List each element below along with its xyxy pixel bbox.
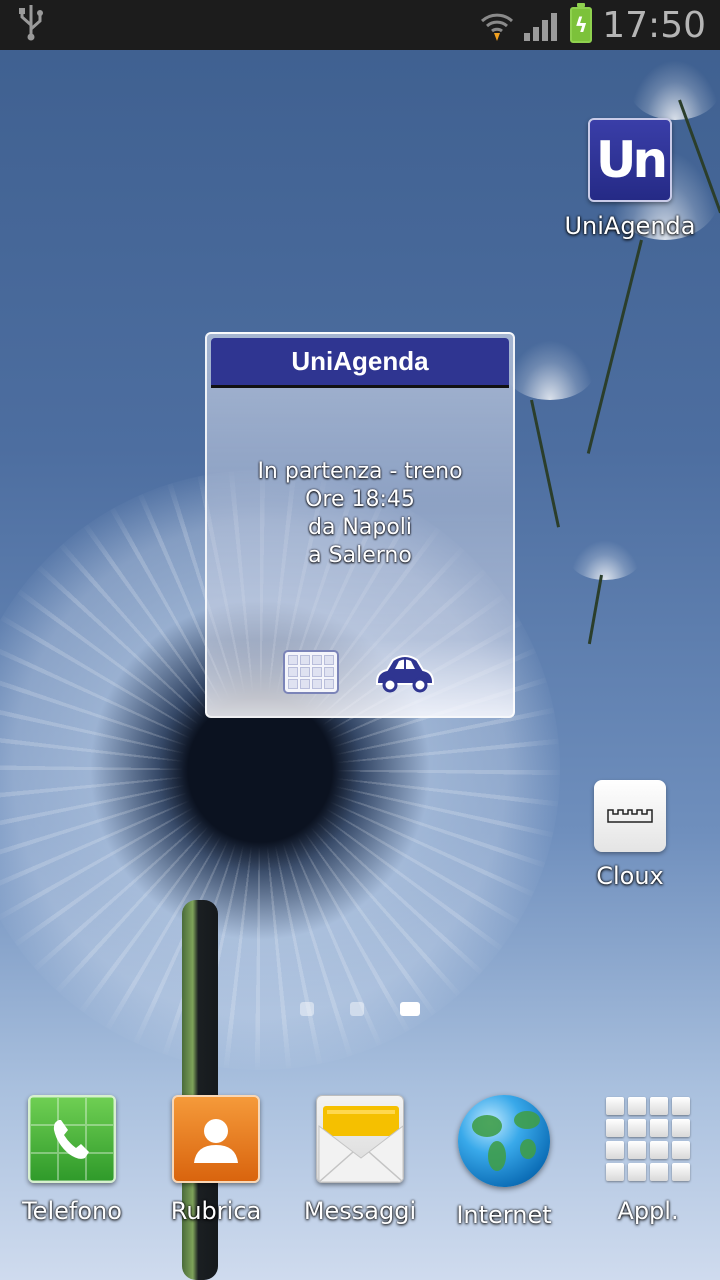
page-dot-3-active[interactable] <box>400 1002 420 1016</box>
uniagenda-widget[interactable]: UniAgenda In partenza - treno Ore 18:45 … <box>205 332 515 718</box>
page-indicator <box>0 1002 720 1016</box>
wallpaper-seed-stalk <box>587 574 603 645</box>
battery-charging-icon: ϟ <box>570 3 593 43</box>
dock-label-telefono: Telefono <box>22 1197 122 1225</box>
widget-header: UniAgenda <box>211 338 509 388</box>
wallpaper-seed-stalk <box>586 239 643 454</box>
wallpaper-seed <box>505 340 595 400</box>
widget-event-details: In partenza - treno Ore 18:45 da Napoli … <box>207 458 513 570</box>
widget-event-time: Ore 18:45 <box>305 487 415 512</box>
dock-item-messaggi[interactable]: Messaggi <box>290 1095 430 1225</box>
widget-event-type: In partenza - treno <box>257 459 463 484</box>
dock-label-rubrica: Rubrica <box>170 1197 262 1225</box>
usb-icon <box>18 3 44 47</box>
uniagenda-app-shortcut[interactable]: Un UniAgenda <box>560 118 700 240</box>
status-clock: 17:50 <box>602 4 706 46</box>
apps-grid-icon <box>604 1095 692 1183</box>
dock-label-messaggi: Messaggi <box>303 1197 417 1225</box>
car-icon[interactable] <box>373 650 437 694</box>
dock-label-applicazioni: Appl. <box>617 1197 679 1225</box>
dock-label-internet: Internet <box>456 1201 552 1229</box>
wallpaper-seed-stalk <box>530 399 560 528</box>
phone-icon <box>28 1095 116 1183</box>
wifi-icon <box>480 9 514 41</box>
uniagenda-app-label: UniAgenda <box>564 212 696 240</box>
status-bar: ϟ 17:50 <box>0 0 720 50</box>
widget-event-origin: da Napoli <box>307 515 413 540</box>
globe-icon <box>458 1095 550 1187</box>
wallpaper-seed <box>630 60 720 120</box>
cloux-app-shortcut[interactable]: Cloux <box>580 780 680 890</box>
dock-item-rubrica[interactable]: Rubrica <box>146 1095 286 1225</box>
dock-item-applicazioni[interactable]: Appl. <box>578 1095 718 1225</box>
calendar-icon[interactable] <box>283 650 339 694</box>
dock: Telefono Rubrica Messaggi Internet Appl. <box>0 1095 720 1245</box>
page-dot-2[interactable] <box>350 1002 364 1016</box>
page-dot-1[interactable] <box>300 1002 314 1016</box>
signal-icon <box>524 9 560 41</box>
cloux-logo-icon <box>594 780 666 852</box>
uniagenda-logo-icon: Un <box>588 118 672 202</box>
dock-item-telefono[interactable]: Telefono <box>2 1095 142 1225</box>
dock-item-internet[interactable]: Internet <box>434 1095 574 1229</box>
messages-icon <box>316 1095 404 1183</box>
wallpaper-seed <box>570 540 640 580</box>
widget-event-destination: a Salerno <box>308 543 412 568</box>
cloux-app-label: Cloux <box>596 862 664 890</box>
widget-title: UniAgenda <box>291 346 429 376</box>
contacts-icon <box>172 1095 260 1183</box>
